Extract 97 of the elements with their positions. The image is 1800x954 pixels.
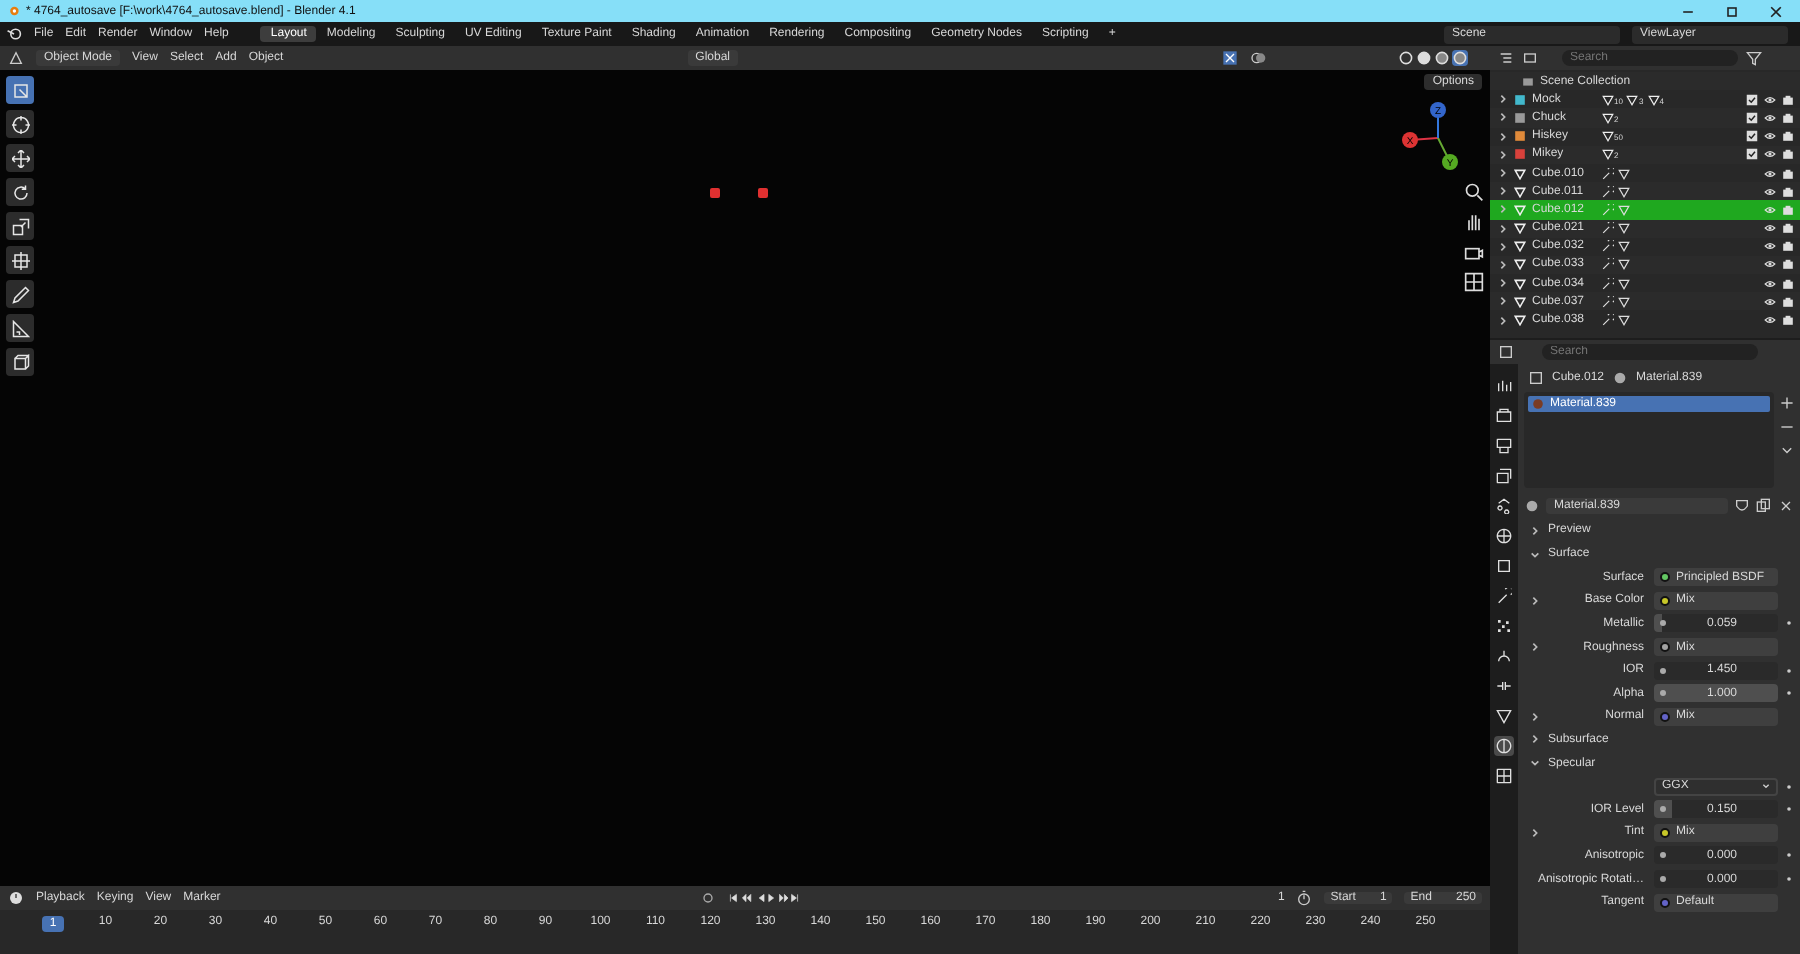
eye-icon[interactable] xyxy=(1764,130,1776,143)
camera-icon[interactable] xyxy=(1782,277,1794,290)
checkbox[interactable] xyxy=(1746,93,1758,106)
select-icon xyxy=(11,81,29,99)
shield-icon[interactable] xyxy=(1734,497,1750,513)
point-marker xyxy=(758,188,768,198)
camera-icon[interactable] xyxy=(1782,222,1794,235)
scale-icon xyxy=(11,217,29,235)
keyframe-dot-icon[interactable] xyxy=(1785,620,1791,627)
add-icon[interactable] xyxy=(1780,396,1794,410)
cursor-icon xyxy=(11,115,29,133)
select-tool-button[interactable] xyxy=(6,76,34,104)
checkbox[interactable] xyxy=(1746,148,1758,161)
texture-tab-icon[interactable] xyxy=(1494,766,1514,786)
scale-tool-button[interactable] xyxy=(6,212,34,240)
clock-icon[interactable] xyxy=(8,890,24,906)
app-logo-icon xyxy=(6,4,20,18)
eye-icon[interactable] xyxy=(1764,185,1776,198)
display-mode-icon[interactable] xyxy=(1522,50,1538,66)
collection-icon xyxy=(1522,75,1534,88)
material-icon xyxy=(1612,370,1629,386)
material-tab-icon[interactable] xyxy=(1494,736,1514,756)
camera-icon[interactable] xyxy=(1782,130,1794,143)
transform-icon xyxy=(11,251,29,269)
keyframe-dot-icon[interactable] xyxy=(1785,783,1791,790)
move-icon xyxy=(11,149,29,167)
zoom-icon[interactable] xyxy=(1464,182,1484,202)
eye-icon[interactable] xyxy=(1764,295,1776,308)
eye-icon[interactable] xyxy=(1764,314,1776,327)
keyframe-dot-icon[interactable] xyxy=(1785,852,1791,859)
camera-icon[interactable] xyxy=(1782,148,1794,161)
tool-tab-icon[interactable] xyxy=(1494,376,1514,396)
eye-icon[interactable] xyxy=(1764,93,1776,106)
output-tab-icon[interactable] xyxy=(1494,436,1514,456)
rotate-icon xyxy=(11,183,29,201)
object-tab-icon[interactable] xyxy=(1494,556,1514,576)
eye-icon[interactable] xyxy=(1764,222,1776,235)
keyframe-dot-icon[interactable] xyxy=(1785,876,1791,883)
eye-icon[interactable] xyxy=(1764,277,1776,290)
record-icon[interactable] xyxy=(700,890,717,906)
point-marker xyxy=(710,188,720,198)
wire-shading-icon[interactable] xyxy=(1398,50,1414,66)
editor-type-icon[interactable] xyxy=(8,50,24,66)
cube-icon xyxy=(1528,370,1544,386)
render-tab-icon[interactable] xyxy=(1494,406,1514,426)
stopwatch-icon[interactable] xyxy=(1296,890,1313,906)
annotate-icon xyxy=(11,285,29,303)
camera-icon[interactable] xyxy=(1782,185,1794,198)
keyframe-dot-icon[interactable] xyxy=(1785,690,1791,697)
camera-icon[interactable] xyxy=(1782,240,1794,253)
eye-icon[interactable] xyxy=(1764,258,1776,271)
overlay-icon[interactable] xyxy=(1250,50,1266,66)
material-icon[interactable] xyxy=(1524,497,1540,513)
data-tab-icon[interactable] xyxy=(1494,706,1514,726)
editor-type-icon[interactable] xyxy=(1498,50,1514,66)
particles-tab-icon[interactable] xyxy=(1494,616,1514,636)
camera-icon[interactable] xyxy=(1782,258,1794,271)
add-cube-icon xyxy=(11,353,29,371)
material-shading-icon[interactable] xyxy=(1434,50,1450,66)
keyframe-dot-icon[interactable] xyxy=(1785,667,1791,674)
transform-tool-button[interactable] xyxy=(6,246,34,274)
eye-icon[interactable] xyxy=(1764,148,1776,161)
annotate-tool-button[interactable] xyxy=(6,280,34,308)
checkbox[interactable] xyxy=(1746,111,1758,124)
grid-icon[interactable] xyxy=(1464,272,1484,292)
close-icon[interactable] xyxy=(1768,3,1784,19)
editor-type-icon[interactable] xyxy=(1498,344,1514,360)
duplicate-icon[interactable] xyxy=(1756,497,1772,513)
view-layer-tab-icon[interactable] xyxy=(1494,466,1514,486)
camera-icon[interactable] xyxy=(1782,167,1794,180)
cursor-tool-button[interactable] xyxy=(6,110,34,138)
rendered-shading-icon[interactable] xyxy=(1452,50,1468,66)
eye-icon[interactable] xyxy=(1764,240,1776,253)
move-tool-button[interactable] xyxy=(6,144,34,172)
keyframe-dot-icon[interactable] xyxy=(1785,806,1791,813)
remove-icon[interactable] xyxy=(1780,420,1794,434)
app-logo-icon[interactable] xyxy=(6,26,22,42)
playback-controls[interactable] xyxy=(728,892,801,904)
measure-icon xyxy=(11,319,29,337)
camera-icon[interactable] xyxy=(1782,93,1794,106)
eye-icon[interactable] xyxy=(1764,111,1776,124)
camera-icon[interactable] xyxy=(1464,242,1484,262)
gizmo-toggle-icon[interactable] xyxy=(1222,50,1238,66)
camera-icon[interactable] xyxy=(1782,111,1794,124)
solid-shading-icon[interactable] xyxy=(1416,50,1432,66)
eye-icon[interactable] xyxy=(1764,167,1776,180)
camera-icon[interactable] xyxy=(1782,314,1794,327)
camera-icon[interactable] xyxy=(1782,295,1794,308)
world-tab-icon[interactable] xyxy=(1494,526,1514,546)
dropdown-icon[interactable] xyxy=(1780,444,1794,458)
measure-tool-button[interactable] xyxy=(6,314,34,342)
add-cube-tool-button[interactable] xyxy=(6,348,34,376)
material-ball-icon xyxy=(1532,398,1544,410)
checkbox[interactable] xyxy=(1746,130,1758,143)
rotate-tool-button[interactable] xyxy=(6,178,34,206)
filter-icon[interactable] xyxy=(1746,50,1762,66)
maximize-icon[interactable] xyxy=(1724,3,1740,19)
